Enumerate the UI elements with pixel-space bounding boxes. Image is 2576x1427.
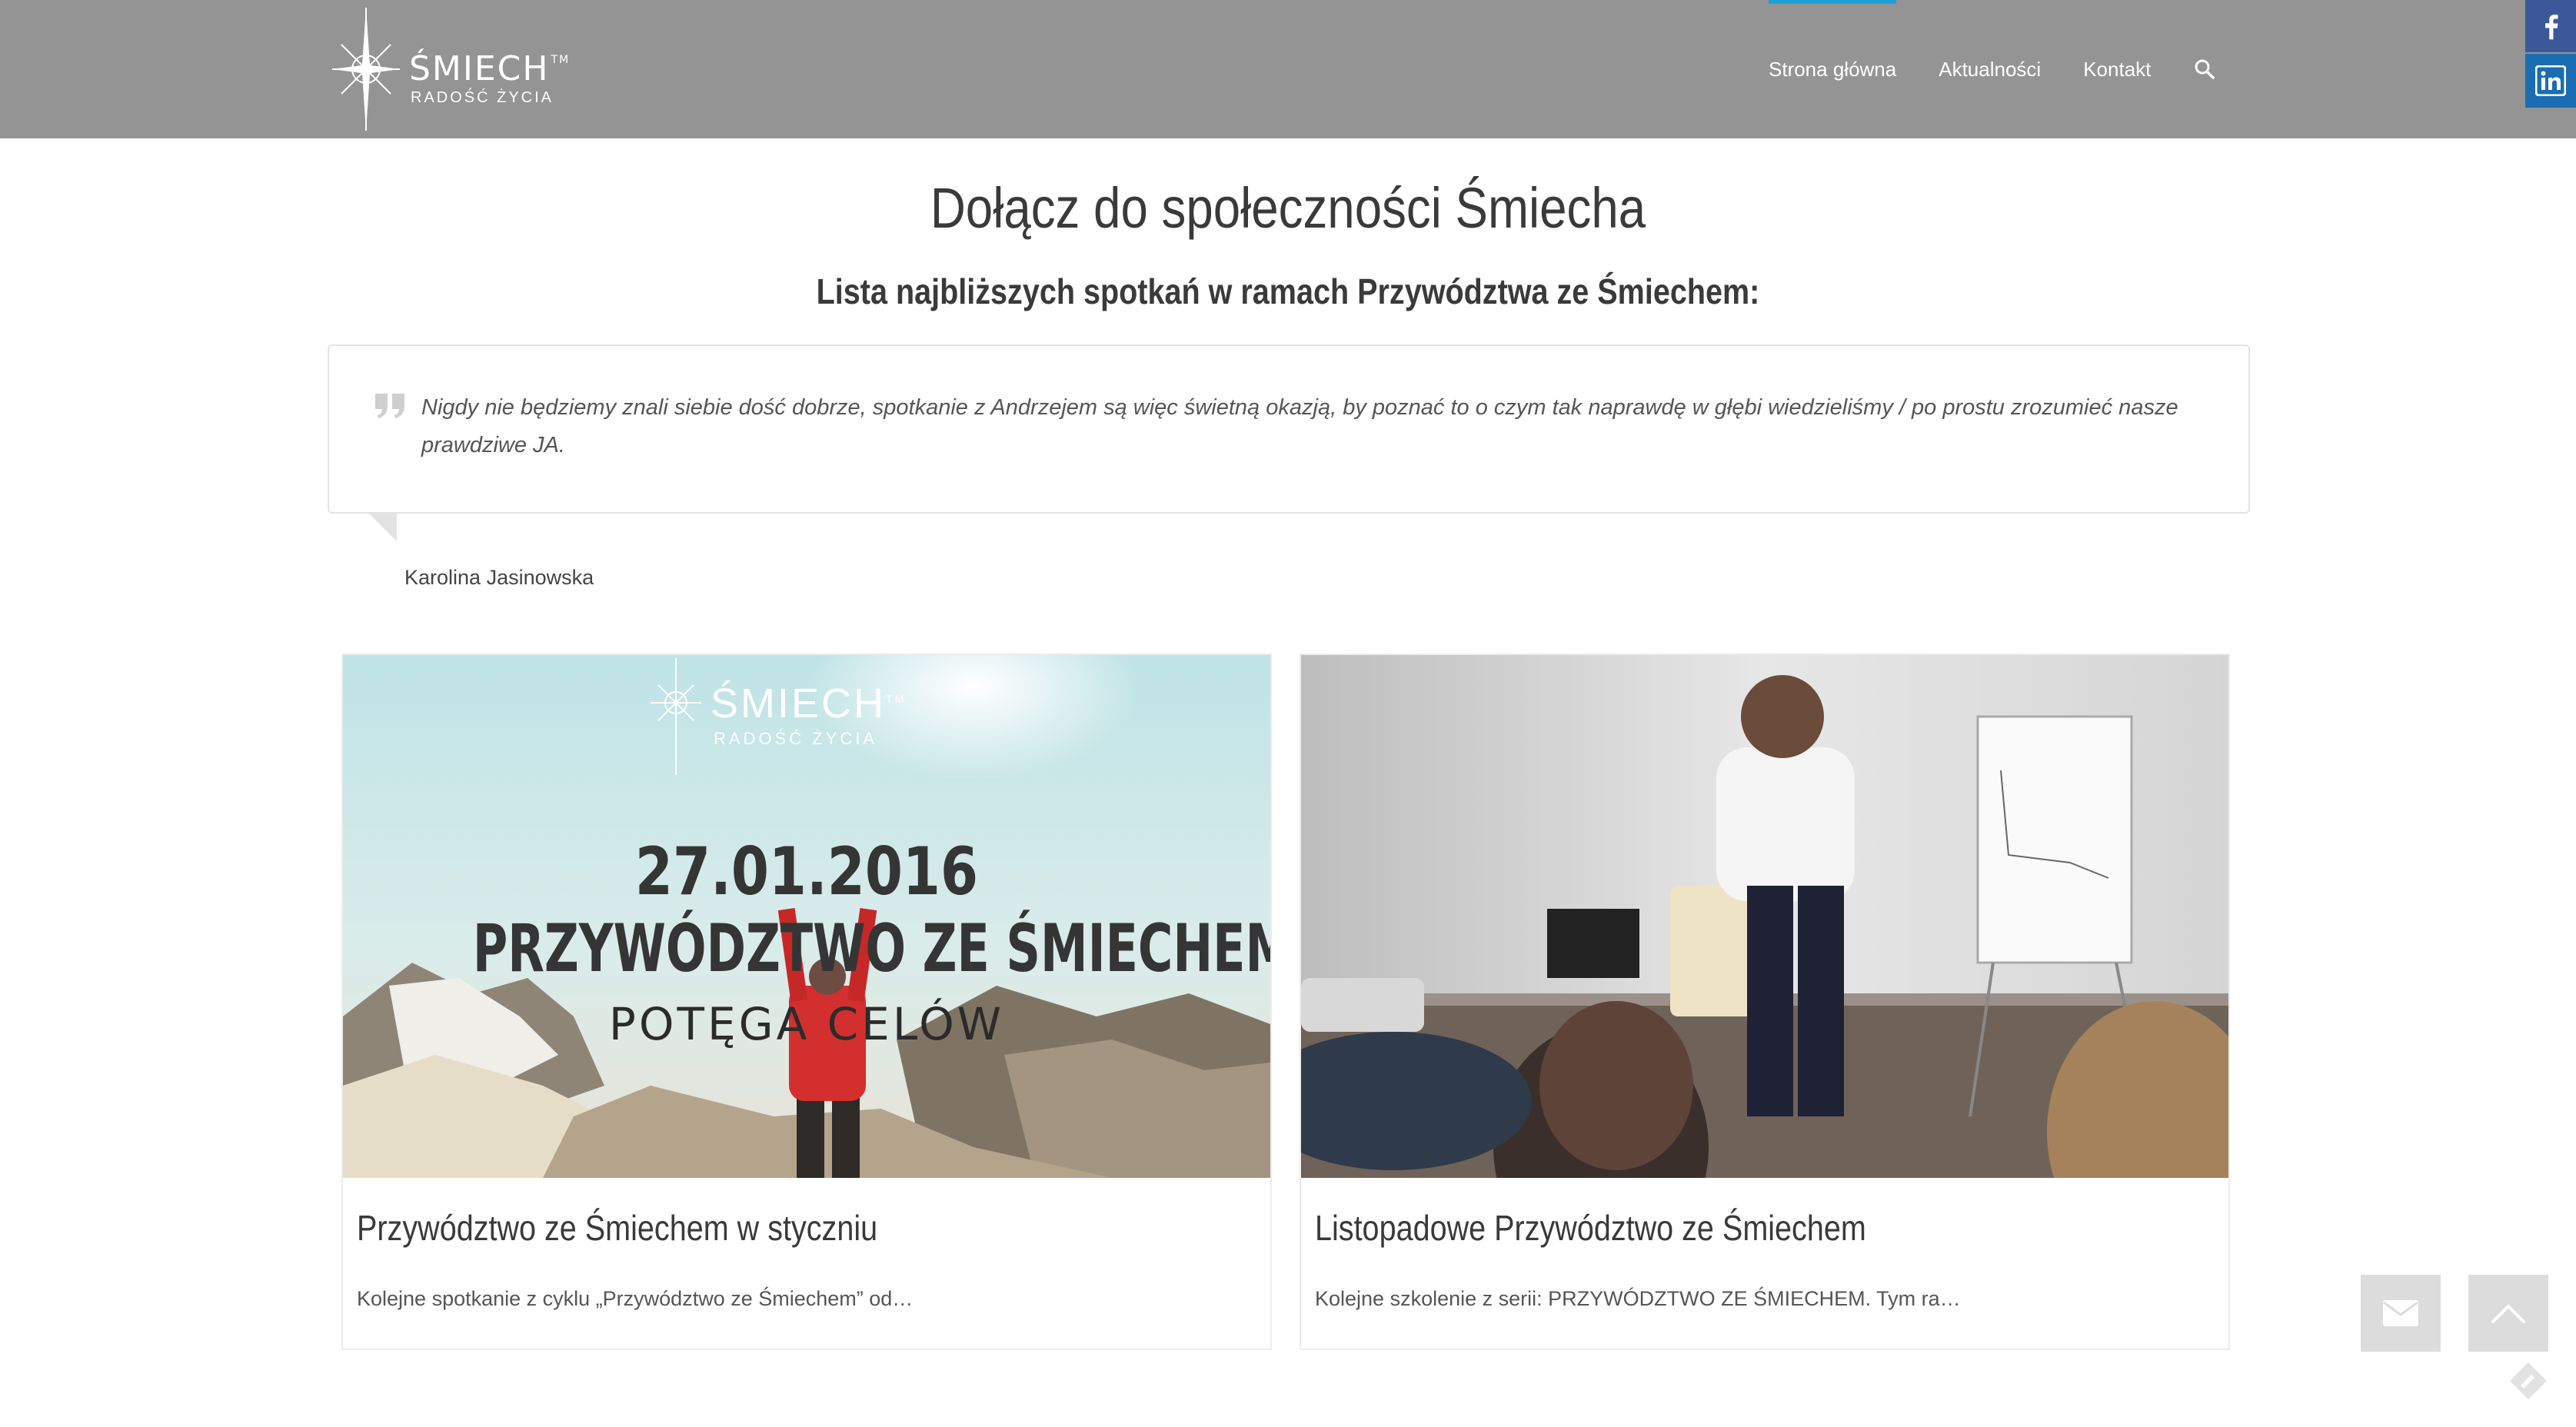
- post-thumbnail[interactable]: [1301, 655, 2228, 1178]
- post-card[interactable]: Listopadowe Przywództwo ze Śmiechem Kole…: [1300, 654, 2230, 1350]
- testimonial-text: Nigdy nie będziemy znali siebie dość dob…: [421, 395, 2178, 457]
- image-date: 27.01.2016: [634, 833, 979, 910]
- linkedin-icon: [2535, 65, 2566, 96]
- nav-item-contact[interactable]: Kontakt: [2083, 0, 2151, 138]
- post-excerpt: Kolejne szkolenie z serii: PRZYWÓDZTWO Z…: [1315, 1287, 1961, 1310]
- image-logo-name: ŚMIECHTM: [711, 680, 907, 727]
- nav-item-home[interactable]: Strona główna: [1769, 0, 1897, 138]
- envelope-icon: [2383, 1300, 2418, 1326]
- logo-wordmark: ŚMIECH TM: [409, 49, 571, 88]
- contact-mail-button[interactable]: [2361, 1275, 2441, 1352]
- seminar-photo: [1301, 655, 2228, 1178]
- site-header: ŚMIECH TM RADOŚĆ ŻYCIA Strona główna Aktu…: [0, 0, 2576, 138]
- search-icon[interactable]: [2193, 58, 2216, 81]
- logo-tagline: RADOŚĆ ŻYCIA: [411, 89, 554, 106]
- compass-star-icon: [651, 658, 701, 775]
- scroll-top-button[interactable]: [2468, 1275, 2548, 1352]
- testimonial-box: Nigdy nie będziemy znali siebie dość dob…: [328, 344, 2250, 514]
- compass-star-icon: [332, 8, 400, 131]
- image-headline: PRZYWÓDZTWO ZE ŚMIECHEM: [472, 910, 1270, 987]
- facebook-icon: [2545, 15, 2558, 40]
- page-subtitle: Lista najbliższych spotkań w ramach Przy…: [816, 271, 1760, 311]
- linkedin-link[interactable]: [2525, 54, 2576, 108]
- site-logo[interactable]: ŚMIECH TM RADOŚĆ ŻYCIA: [329, 5, 575, 134]
- post-card[interactable]: ŚMIECHTM RADOŚĆ ŻYCIA 27.01.2016 PRZYWÓD…: [341, 654, 1272, 1350]
- post-title[interactable]: Listopadowe Przywództwo ze Śmiechem: [1315, 1207, 1866, 1249]
- edit-badge-icon[interactable]: [2508, 1361, 2548, 1401]
- post-title[interactable]: Przywództwo ze Śmiechem w styczniu: [357, 1207, 877, 1249]
- testimonial-tail: [368, 512, 397, 541]
- main-nav: Strona główna Aktualności Kontakt: [1769, 0, 2216, 138]
- quote-icon: [375, 394, 404, 418]
- post-thumbnail[interactable]: ŚMIECHTM RADOŚĆ ŻYCIA 27.01.2016 PRZYWÓD…: [343, 655, 1270, 1178]
- page-title: Dołącz do społeczności Śmiecha: [930, 176, 1646, 240]
- image-tagline: POTĘGA CELÓW: [608, 998, 1005, 1050]
- image-logo-tagline: RADOŚĆ ŻYCIA: [714, 729, 878, 748]
- post-excerpt: Kolejne spotkanie z cyklu „Przywództwo z…: [357, 1287, 914, 1310]
- image-logo: ŚMIECHTM RADOŚĆ ŻYCIA: [649, 655, 972, 778]
- testimonial-author: Karolina Jasinowska: [404, 566, 594, 589]
- chevron-up-icon: [2491, 1304, 2525, 1323]
- nav-item-news[interactable]: Aktualności: [1939, 0, 2041, 138]
- facebook-link[interactable]: [2525, 0, 2576, 52]
